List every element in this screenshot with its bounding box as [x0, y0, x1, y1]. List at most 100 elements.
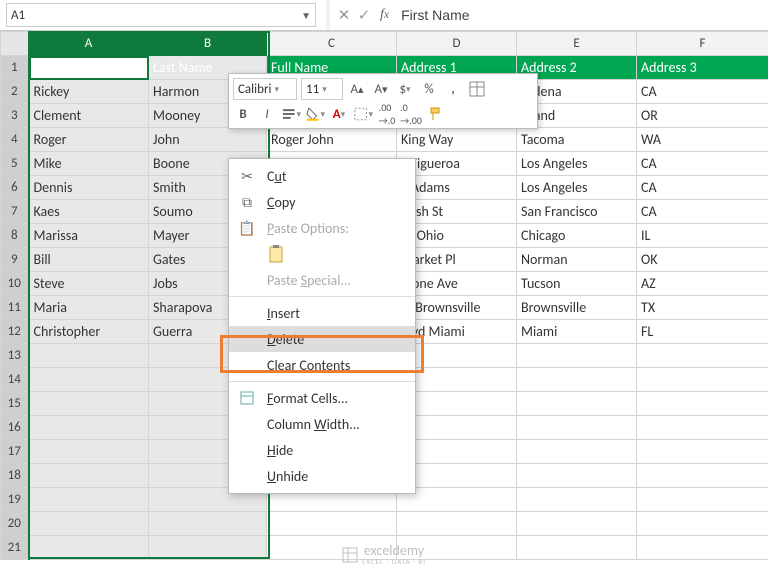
row-header[interactable]: 8: [1, 224, 29, 248]
cell[interactable]: [29, 392, 149, 416]
font-size-select[interactable]: 11▾: [301, 78, 343, 100]
cell[interactable]: CA: [637, 200, 768, 224]
cell[interactable]: WA: [637, 128, 768, 152]
cell[interactable]: Chicago: [517, 224, 637, 248]
row-header[interactable]: 17: [1, 440, 29, 464]
cut-menu-item[interactable]: ✂Cut: [229, 163, 415, 189]
cell[interactable]: Roger: [29, 128, 149, 152]
cell[interactable]: [29, 416, 149, 440]
bold-icon[interactable]: B: [233, 104, 253, 124]
col-header-B[interactable]: B: [149, 32, 267, 56]
row-header[interactable]: 20: [1, 512, 29, 536]
cell[interactable]: [29, 440, 149, 464]
cell[interactable]: Roger John: [267, 128, 397, 152]
format-cells-menu-item[interactable]: Format Cells...: [229, 385, 415, 411]
cell[interactable]: Rickey: [29, 80, 149, 104]
cell[interactable]: Mike: [29, 152, 149, 176]
cell[interactable]: Steve: [29, 272, 149, 296]
row-header[interactable]: 9: [1, 248, 29, 272]
col-header-F[interactable]: F: [637, 32, 768, 56]
row-header[interactable]: 19: [1, 488, 29, 512]
cell[interactable]: CA: [637, 80, 768, 104]
cell[interactable]: Maria: [29, 296, 149, 320]
row-header[interactable]: 13: [1, 344, 29, 368]
cell[interactable]: [517, 440, 637, 464]
row-header[interactable]: 6: [1, 176, 29, 200]
cell[interactable]: CA: [637, 176, 768, 200]
cell[interactable]: Tacoma: [517, 128, 637, 152]
row-header[interactable]: 3: [1, 104, 29, 128]
header-cell[interactable]: Address 3: [637, 56, 768, 80]
comma-icon[interactable]: ,: [443, 79, 463, 99]
select-all-corner[interactable]: [1, 32, 29, 56]
insert-menu-item[interactable]: Insert: [229, 300, 415, 326]
clear-contents-menu-item[interactable]: Clear Contents: [229, 352, 415, 378]
cell[interactable]: Christopher: [29, 320, 149, 344]
header-cell[interactable]: First Name: [29, 56, 149, 80]
row-header[interactable]: 14: [1, 368, 29, 392]
name-box[interactable]: A1 ▼: [6, 3, 316, 27]
row-header[interactable]: 4: [1, 128, 29, 152]
cell[interactable]: [267, 512, 397, 536]
cell[interactable]: [517, 488, 637, 512]
cell[interactable]: [29, 464, 149, 488]
cell[interactable]: [29, 344, 149, 368]
cell[interactable]: TX: [637, 296, 768, 320]
cell[interactable]: [517, 416, 637, 440]
col-header-C[interactable]: C: [267, 32, 397, 56]
cell[interactable]: [637, 368, 768, 392]
table-icon[interactable]: [467, 79, 487, 99]
cell[interactable]: OR: [637, 104, 768, 128]
cell[interactable]: Los Angeles: [517, 176, 637, 200]
cell[interactable]: Kaes: [29, 200, 149, 224]
font-family-select[interactable]: Calibri▾: [233, 78, 297, 100]
cell[interactable]: Clement: [29, 104, 149, 128]
chevron-down-icon[interactable]: ▼: [301, 9, 311, 22]
decrease-decimal-icon[interactable]: .00→.0: [377, 104, 397, 124]
cell[interactable]: Dennis: [29, 176, 149, 200]
cell[interactable]: [637, 392, 768, 416]
col-header-D[interactable]: D: [397, 32, 517, 56]
cell[interactable]: King Way: [397, 128, 517, 152]
cell[interactable]: IL: [637, 224, 768, 248]
font-color-icon[interactable]: A▾: [329, 104, 349, 124]
italic-icon[interactable]: I: [257, 104, 277, 124]
row-header[interactable]: 5: [1, 152, 29, 176]
decrease-font-icon[interactable]: A▾: [371, 79, 391, 99]
currency-icon[interactable]: $▾: [395, 79, 415, 99]
cell[interactable]: [637, 488, 768, 512]
cell[interactable]: Brownsville: [517, 296, 637, 320]
cell[interactable]: Los Angeles: [517, 152, 637, 176]
cell[interactable]: Norman: [517, 248, 637, 272]
cell[interactable]: Miami: [517, 320, 637, 344]
col-header-A[interactable]: A: [29, 32, 149, 56]
cell[interactable]: [637, 416, 768, 440]
cell[interactable]: [517, 512, 637, 536]
cell[interactable]: [637, 440, 768, 464]
cell[interactable]: FL: [637, 320, 768, 344]
cell[interactable]: [517, 344, 637, 368]
cancel-icon[interactable]: ✕: [334, 5, 354, 25]
chevron-down-icon[interactable]: ▾: [322, 84, 327, 95]
cell[interactable]: [397, 512, 517, 536]
cell[interactable]: [517, 464, 637, 488]
row-header[interactable]: 11: [1, 296, 29, 320]
formula-input[interactable]: [395, 4, 768, 26]
cell[interactable]: [29, 512, 149, 536]
paste-default-button[interactable]: [229, 241, 415, 267]
row-header[interactable]: 2: [1, 80, 29, 104]
enter-icon[interactable]: ✓: [354, 5, 374, 25]
cell[interactable]: [637, 464, 768, 488]
cell[interactable]: Tucson: [517, 272, 637, 296]
unhide-menu-item[interactable]: Unhide: [229, 463, 415, 489]
row-header[interactable]: 12: [1, 320, 29, 344]
column-width-menu-item[interactable]: Column Width...: [229, 411, 415, 437]
cell[interactable]: [149, 512, 267, 536]
cell[interactable]: [29, 368, 149, 392]
cell[interactable]: [517, 368, 637, 392]
row-header[interactable]: 1: [1, 56, 29, 80]
row-header[interactable]: 10: [1, 272, 29, 296]
cell[interactable]: Marissa: [29, 224, 149, 248]
hide-menu-item[interactable]: Hide: [229, 437, 415, 463]
cell[interactable]: San Francisco: [517, 200, 637, 224]
